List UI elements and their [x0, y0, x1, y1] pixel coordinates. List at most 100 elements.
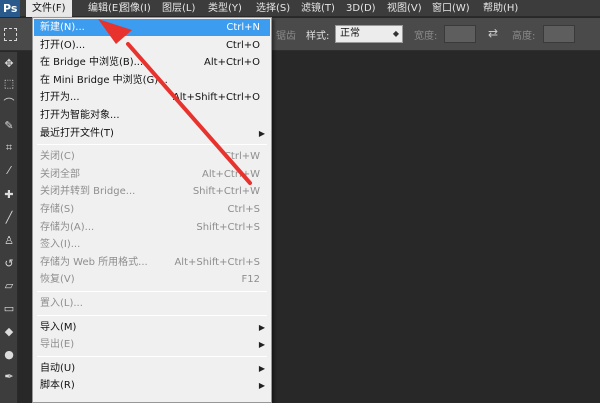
- file-menu-item[interactable]: 在 Bridge 中浏览(B)... Alt+Ctrl+O: [34, 54, 270, 71]
- file-menu-item-shortcut: Ctrl+O: [225, 39, 260, 51]
- file-menu-item-shortcut: Ctrl+W: [223, 151, 260, 163]
- file-menu-item-label: 在 Bridge 中浏览(B)...: [40, 57, 144, 69]
- file-menu-item-shortcut: Alt+Shift+Ctrl+O: [172, 92, 260, 104]
- file-menu-item-label: 打开为...: [40, 92, 80, 104]
- eraser-icon[interactable]: ▱: [1, 278, 17, 294]
- style-select[interactable]: 正常 ◆: [335, 25, 403, 43]
- anti-alias-label: 锯齿: [276, 31, 296, 42]
- file-menu-item-label: 打开为智能对象...: [40, 110, 120, 121]
- file-menu-item-shortcut: Ctrl+N: [226, 22, 260, 33]
- menu-separator: [37, 314, 267, 316]
- menu-window[interactable]: 窗口(W): [432, 0, 470, 17]
- clone-stamp-icon[interactable]: ♙: [1, 233, 17, 249]
- file-menu-item: 关闭并转到 Bridge... Shift+Ctrl+W: [34, 183, 270, 200]
- menu-separator: [37, 355, 267, 357]
- file-menu-item-shortcut: Ctrl+S: [227, 204, 260, 215]
- file-menu-item-label: 新建(N)...: [40, 22, 85, 33]
- brush-icon[interactable]: ╱: [1, 210, 17, 226]
- tools-panel: ✥ ⬚ ⌒ ✎ ⌗ ⁄ ✚ ╱ ♙ ↺ ▱ ▭ ◆ ● ✒: [0, 52, 18, 403]
- file-menu-item: 置入(L)...: [34, 295, 270, 312]
- menu-3d[interactable]: 3D(D): [346, 0, 376, 17]
- file-menu-item: 存储为(A)... Shift+Ctrl+S: [34, 219, 270, 236]
- menu-file[interactable]: 文件(F): [26, 0, 72, 17]
- width-label: 宽度:: [414, 31, 438, 42]
- file-menu-item-label: 置入(L)...: [40, 298, 83, 309]
- file-menu-item-label: 自动(U): [40, 362, 76, 374]
- file-menu-item-label: 在 Mini Bridge 中浏览(G)...: [40, 74, 168, 86]
- history-brush-icon[interactable]: ↺: [1, 256, 17, 272]
- file-menu-item: 导出(E) ▶: [34, 336, 270, 353]
- eyedropper-icon[interactable]: ⁄: [1, 163, 17, 179]
- menu-help[interactable]: 帮助(H): [483, 0, 518, 17]
- swap-arrows-icon[interactable]: ⇄: [488, 26, 498, 40]
- file-menu-item: 存储为 Web 所用格式... Alt+Shift+Ctrl+S: [34, 254, 270, 271]
- file-menu-item-label: 脚本(R): [40, 380, 75, 392]
- menu-separator: [37, 144, 267, 146]
- height-field[interactable]: [543, 25, 575, 43]
- menu-separator: [37, 291, 267, 292]
- file-menu-item[interactable]: 导入(M) ▶: [34, 319, 270, 336]
- crop-icon[interactable]: ⌗: [1, 140, 17, 156]
- file-menu-item-label: 关闭(C): [40, 151, 75, 163]
- menu-view[interactable]: 视图(V): [387, 0, 422, 17]
- file-menu-item-shortcut: Alt+Ctrl+O: [204, 57, 260, 69]
- updown-arrow-icon: ◆: [392, 29, 399, 38]
- file-menu-item: 签入(I)...: [34, 236, 270, 253]
- submenu-arrow-icon: ▶: [258, 363, 265, 373]
- file-menu-item-shortcut: Alt+Shift+Ctrl+S: [174, 256, 260, 268]
- healing-brush-icon[interactable]: ✚: [1, 187, 17, 203]
- file-menu-item[interactable]: 打开为... Alt+Shift+Ctrl+O: [34, 89, 270, 106]
- file-menu-dropdown: 新建(N)... Ctrl+N 打开(O)... Ctrl+O 在 Bridge 中浏览…: [32, 17, 272, 403]
- file-menu-item-label: 最近打开文件(T): [40, 127, 114, 139]
- file-menu-item[interactable]: 打开为智能对象...: [34, 107, 270, 124]
- submenu-arrow-icon: ▶: [258, 381, 265, 391]
- submenu-arrow-icon: ▶: [258, 322, 265, 332]
- style-select-value: 正常: [340, 28, 360, 39]
- gradient-icon[interactable]: ▭: [1, 301, 17, 317]
- height-label: 高度:: [512, 31, 536, 42]
- file-menu-item: 关闭全部 Alt+Ctrl+W: [34, 166, 270, 183]
- file-menu-item-label: 导入(M): [40, 321, 77, 333]
- file-menu-item-shortcut: Shift+Ctrl+W: [192, 186, 260, 198]
- move-icon[interactable]: ✥: [1, 56, 17, 72]
- menu-image[interactable]: 图像(I): [120, 0, 151, 17]
- quick-select-icon[interactable]: ✎: [1, 118, 17, 134]
- file-menu-item[interactable]: 打开(O)... Ctrl+O: [34, 37, 270, 54]
- menu-filter[interactable]: 滤镜(T): [301, 0, 335, 17]
- submenu-arrow-icon: ▶: [258, 128, 265, 138]
- pen-icon[interactable]: ✒: [1, 369, 17, 385]
- file-menu-item: 存储(S) Ctrl+S: [34, 201, 270, 218]
- dodge-icon[interactable]: ●: [1, 347, 17, 363]
- file-menu-item-label: 打开(O)...: [40, 39, 86, 51]
- submenu-arrow-icon: ▶: [258, 340, 265, 350]
- menu-bar: Ps 文件(F) 编辑(E) 图像(I) 图层(L) 类型(Y) 选择(S) 滤…: [0, 0, 600, 17]
- file-menu-item: 恢复(V) F12: [34, 271, 270, 288]
- file-menu-item[interactable]: 脚本(R) ▶: [34, 377, 270, 394]
- menu-select[interactable]: 选择(S): [256, 0, 290, 17]
- photoshop-logo: Ps: [0, 0, 20, 17]
- lasso-icon[interactable]: ⌒: [1, 96, 17, 112]
- canvas-area: [272, 52, 600, 403]
- file-menu-item[interactable]: 最近打开文件(T) ▶: [34, 125, 270, 142]
- file-menu-item-label: 签入(I)...: [40, 239, 81, 251]
- file-menu-item-label: 导出(E): [40, 339, 75, 351]
- file-menu-item-label: 存储(S): [40, 204, 75, 215]
- file-menu-item[interactable]: 自动(U) ▶: [34, 360, 270, 377]
- file-menu-item[interactable]: 在 Mini Bridge 中浏览(G)...: [34, 72, 270, 89]
- file-menu-item-shortcut: Shift+Ctrl+S: [196, 221, 260, 233]
- marquee-tool-icon[interactable]: ⬚: [1, 76, 17, 92]
- file-menu-item[interactable]: 新建(N)... Ctrl+N: [34, 19, 270, 36]
- file-menu-item: 关闭(C) Ctrl+W: [34, 148, 270, 165]
- menu-layer[interactable]: 图层(L): [162, 0, 195, 17]
- file-menu-item-label: 关闭并转到 Bridge...: [40, 186, 136, 198]
- file-menu-item-label: 存储为 Web 所用格式...: [40, 256, 148, 268]
- blur-icon[interactable]: ◆: [1, 324, 17, 340]
- file-menu-item-shortcut: F12: [241, 274, 260, 286]
- file-menu-item-label: 关闭全部: [40, 168, 80, 180]
- file-menu-item-label: 存储为(A)...: [40, 221, 95, 233]
- width-field[interactable]: [444, 25, 476, 43]
- menu-type[interactable]: 类型(Y): [208, 0, 242, 17]
- marquee-icon[interactable]: [4, 28, 17, 41]
- style-label: 样式:: [306, 31, 330, 42]
- menu-edit[interactable]: 编辑(E): [88, 0, 122, 17]
